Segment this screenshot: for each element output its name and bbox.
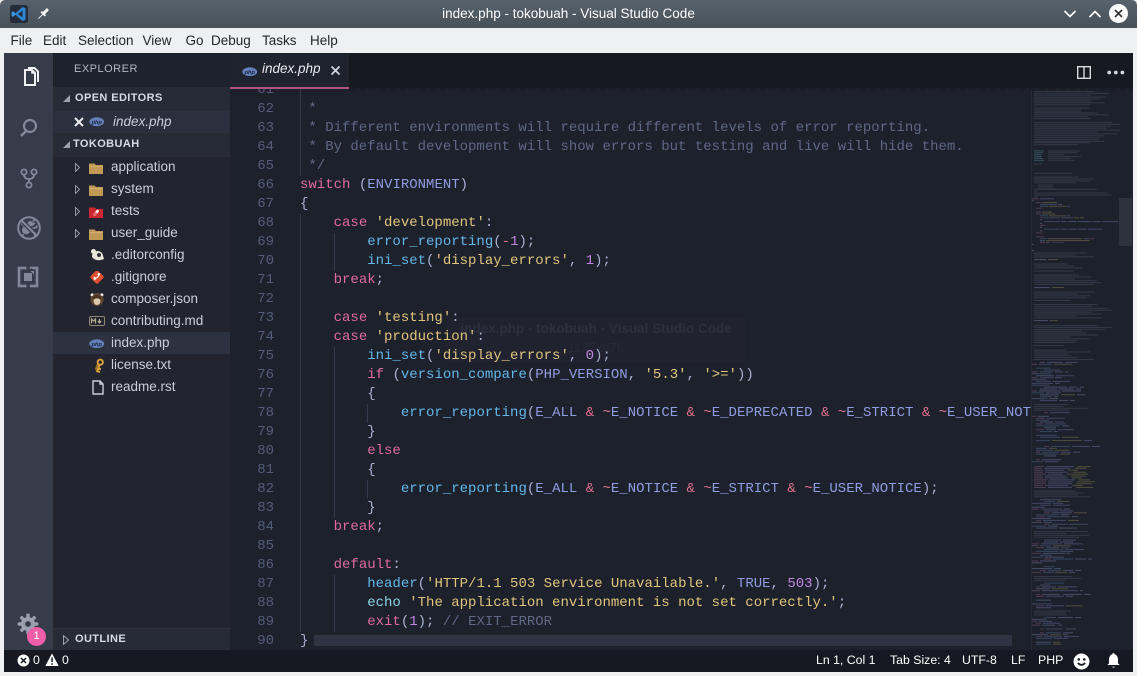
svg-text:php: php [244,69,256,75]
svg-text:php: php [91,341,103,347]
svg-text:php: php [91,120,103,126]
